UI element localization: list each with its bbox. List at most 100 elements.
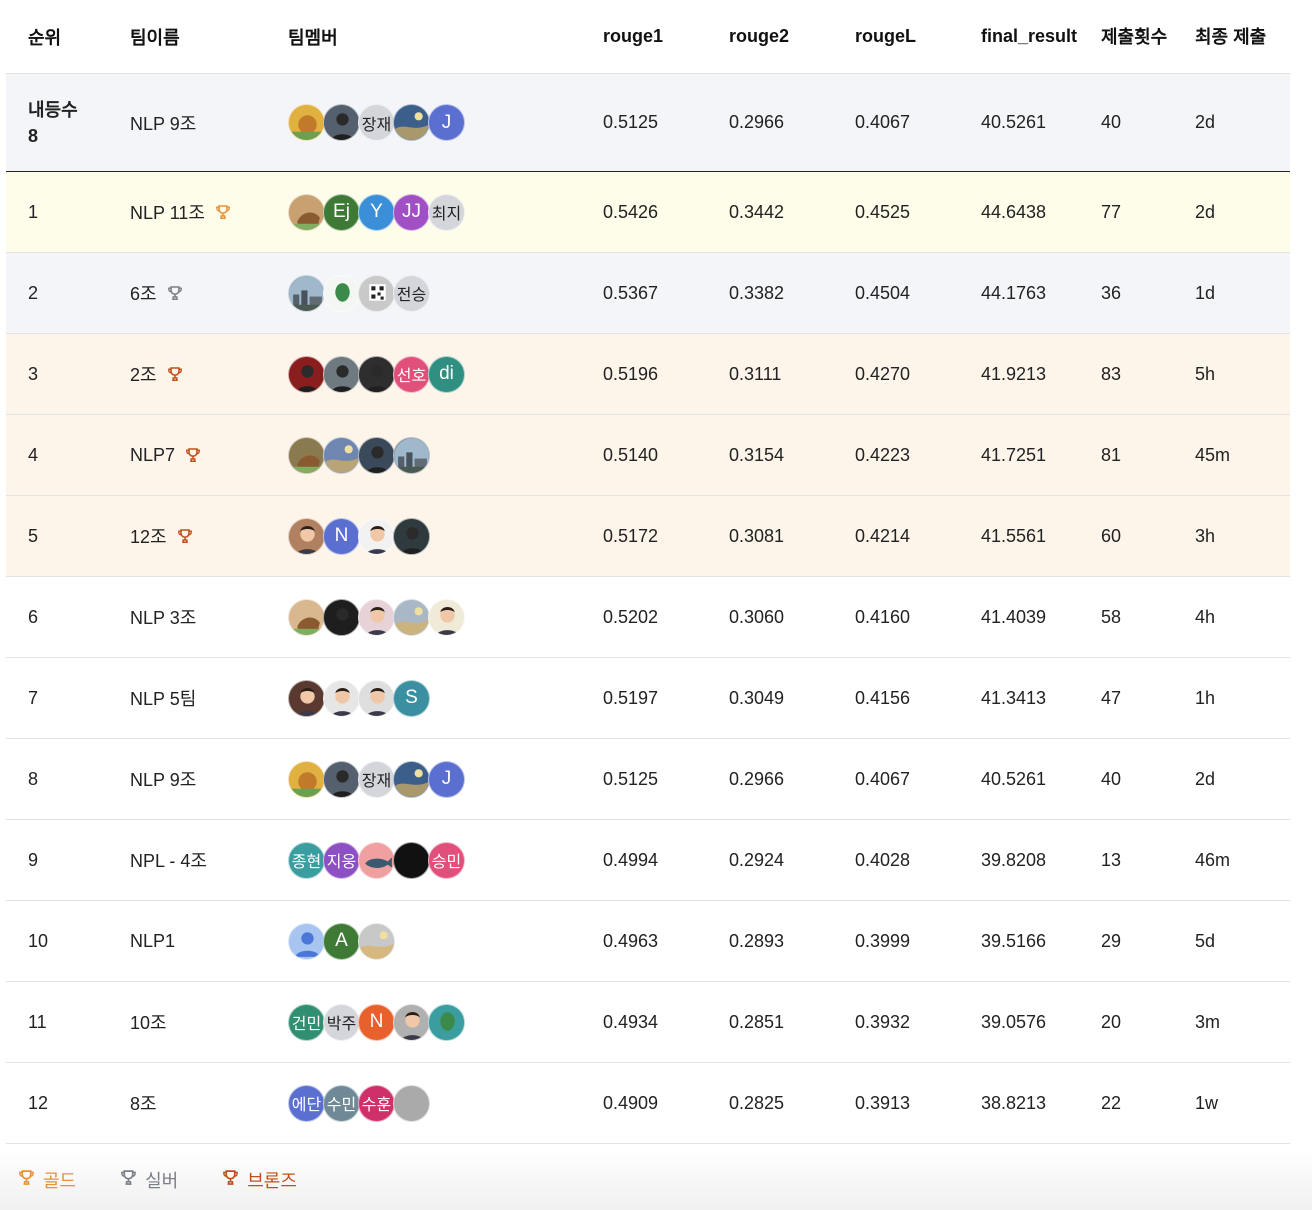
table-row[interactable]: 5 12조 N 0.5172 0.3081 0.4214 41.5561 60 3h [6,496,1290,577]
avatar[interactable] [288,436,325,474]
table-row[interactable]: 12 8조 에단 수민 수훈 0.4909 0.2825 0.3913 38.8213 22 1w [6,1063,1290,1144]
avatar[interactable] [393,436,430,474]
header-rank[interactable]: 순위 [6,24,108,50]
avatar[interactable] [393,517,430,555]
avatar[interactable] [393,598,430,636]
avatar[interactable] [288,355,325,393]
table-row[interactable]: 8 NLP 9조 장재 J 0.5125 0.2966 0.4067 40.5261 40 2d [6,739,1290,820]
avatar[interactable] [393,104,430,141]
avatar[interactable] [358,436,395,474]
avatar[interactable] [288,760,325,798]
rouge1-cell: 0.5196 [603,363,659,384]
avatar[interactable] [393,1003,430,1041]
header-rougeL[interactable]: rougeL [833,26,959,47]
avatar[interactable] [288,104,325,141]
avatar[interactable] [393,760,430,798]
avatar[interactable] [288,193,325,231]
rouge1-cell: 0.4963 [603,930,659,951]
trophy-legend: 골드 실버 브론즈 [0,1150,1312,1210]
avatar[interactable]: 장재 [358,104,395,141]
avatar[interactable]: di [428,355,465,393]
avatar[interactable]: J [428,104,465,141]
avatar[interactable]: N [358,1003,395,1041]
legend-bronze: 브론즈 [222,1167,297,1193]
header-rouge1[interactable]: rouge1 [581,26,707,47]
avatar[interactable] [358,679,395,717]
last-submit-cell: 1h [1195,687,1216,708]
rougeL-cell: 0.3913 [855,1092,911,1113]
my-rouge1: 0.5125 [603,112,659,132]
final-result-cell: 44.1763 [981,282,1047,303]
avatar[interactable] [428,598,465,636]
avatar[interactable] [358,355,395,393]
avatar[interactable]: 수훈 [358,1084,395,1122]
avatar[interactable] [323,436,360,474]
avatar[interactable]: 수민 [323,1084,360,1122]
table-row[interactable]: 3 2조 선호 di 0.5196 0.3111 0.4270 41.9213 83 5h [6,334,1290,415]
rouge2-cell: 0.3049 [729,687,785,708]
avatar[interactable]: Y [358,193,395,231]
header-team[interactable]: 팀이름 [108,24,266,50]
avatar[interactable]: S [393,679,430,717]
table-row[interactable]: 4 NLP7 0.5140 0.3154 0.4223 41.7251 81 45m [6,415,1290,496]
avatar[interactable] [323,598,360,636]
team-name: NPL - 4조 [130,851,207,871]
avatar[interactable]: 건민 [288,1003,325,1041]
team-cell: NLP 11조 [108,199,266,225]
table-row[interactable]: 1 NLP 11조 Ej Y JJ 최지 0.5426 0.3442 0.4525 44.6438… [6,172,1290,253]
header-submit-count[interactable]: 제출횟수 [1085,25,1179,49]
avatar[interactable]: Ej [323,193,360,231]
header-rouge2[interactable]: rouge2 [707,26,833,47]
avatar[interactable] [358,922,395,960]
table-row[interactable]: 10 NLP1 A 0.4963 0.2893 0.3999 39.5166 29 5d [6,901,1290,982]
rouge2-cell: 0.3060 [729,606,785,627]
avatar[interactable]: 지웅 [323,841,360,879]
avatar[interactable] [323,355,360,393]
table-row[interactable]: 6 NLP 3조 0.5202 0.3060 0.4160 41.4039 58 4h [6,577,1290,658]
avatar[interactable] [358,274,395,312]
avatar[interactable]: N [323,517,360,555]
avatar[interactable] [288,517,325,555]
avatar-initials: S [405,687,418,708]
avatar[interactable]: 최지 [428,193,465,231]
table-row[interactable]: 7 NLP 5팀 S 0.5197 0.3049 0.4156 41.3413 47 1h [6,658,1290,739]
avatar-initials: Y [370,201,383,222]
avatar[interactable] [323,274,360,312]
avatar[interactable]: 박주 [323,1003,360,1041]
avatar[interactable] [288,922,325,960]
avatar[interactable]: A [323,922,360,960]
table-row[interactable]: 2 6조 전승 0.5367 0.3382 0.4504 44.1763 36 1d [6,253,1290,334]
table-row[interactable]: 9 NPL - 4조 종현 지웅 승민 0.4994 0.2924 0.4028 39.8208… [6,820,1290,901]
avatar[interactable]: 종현 [288,841,325,879]
avatar[interactable]: 선호 [393,355,430,393]
avatar-initials: 장재 [361,773,392,790]
avatar[interactable] [358,598,395,636]
header-last-submit[interactable]: 최종 제출 [1179,25,1290,49]
avatar[interactable]: 전승 [393,274,430,312]
avatar[interactable]: 승민 [428,841,465,879]
avatar[interactable] [323,679,360,717]
avatar[interactable] [428,1003,465,1041]
header-final-result[interactable]: final_result [959,26,1085,47]
avatar[interactable] [393,1084,430,1122]
my-rank-row[interactable]: 내등수 8 NLP 9조 장재 J 0.5125 0.2966 0.4067 40… [6,74,1290,172]
avatar[interactable] [288,598,325,636]
team-cell: NLP 3조 [108,604,266,630]
avatar[interactable] [358,517,395,555]
avatar[interactable] [323,760,360,798]
avatar[interactable] [323,104,360,141]
avatar[interactable] [288,274,325,312]
rouge2-cell: 0.3111 [729,363,782,384]
avatar[interactable] [288,679,325,717]
table-body: 1 NLP 11조 Ej Y JJ 최지 0.5426 0.3442 0.4525 44.6438… [6,172,1290,1144]
final-result-cell: 39.8208 [981,849,1047,870]
avatar[interactable] [393,841,430,879]
avatar[interactable]: JJ [393,193,430,231]
avatar[interactable]: 에단 [288,1084,325,1122]
avatar[interactable]: J [428,760,465,798]
rougeL-cell: 0.4223 [855,444,911,465]
avatar[interactable]: 장재 [358,760,395,798]
avatar-initials: 승민 [431,854,462,871]
table-row[interactable]: 11 10조 건민 박주 N 0.4934 0.2851 0.3932 39.0576 20 3m [6,982,1290,1063]
avatar[interactable] [358,841,395,879]
